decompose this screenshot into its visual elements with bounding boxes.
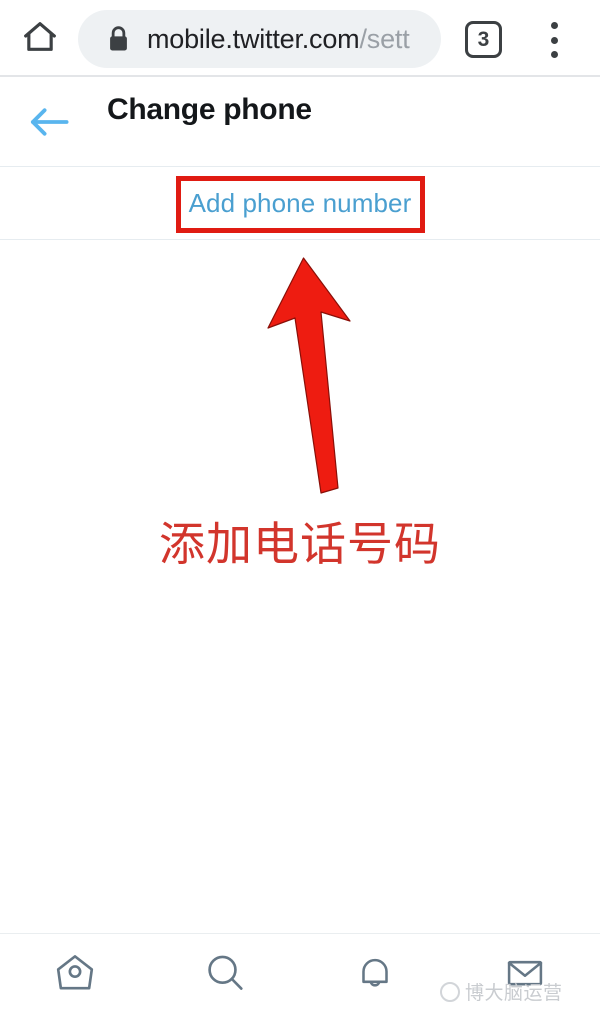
overflow-menu-icon [550,36,558,44]
lock-icon [106,25,131,53]
page-title: Change phone [107,93,312,126]
content-area: Add phone number [0,167,600,933]
overflow-menu-icon [550,22,558,29]
page-header: Change phone [0,79,600,167]
nav-item-search[interactable] [150,934,300,1016]
overflow-menu-button[interactable] [536,18,572,62]
back-button[interactable] [26,101,72,147]
nav-item-home[interactable] [0,934,150,1016]
back-arrow-icon [27,105,71,144]
overflow-menu-icon [550,51,558,58]
browser-toolbar: mobile.twitter.com/sett 3 [0,0,600,77]
url-path: /sett [359,23,410,54]
url-host: mobile.twitter.com [147,23,360,54]
url-bar[interactable]: mobile.twitter.com/sett [78,10,441,68]
url-text: mobile.twitter.com/sett [147,24,410,55]
browser-home-button[interactable] [14,13,66,65]
home-icon [20,17,60,62]
home-icon [52,950,98,1001]
tab-counter-button[interactable]: 3 [465,21,502,58]
add-phone-number-row[interactable]: Add phone number [0,167,600,240]
nav-item-messages[interactable] [450,934,600,1016]
screenshot-root: mobile.twitter.com/sett 3 Change phone A… [0,0,600,1016]
tab-count-label: 3 [477,27,490,51]
bell-icon [353,951,397,1000]
nav-item-notifications[interactable] [300,934,450,1016]
bottom-navigation-bar [0,933,600,1016]
envelope-icon [503,951,547,1000]
add-phone-number-button[interactable]: Add phone number [189,188,412,219]
search-icon [202,950,248,1001]
